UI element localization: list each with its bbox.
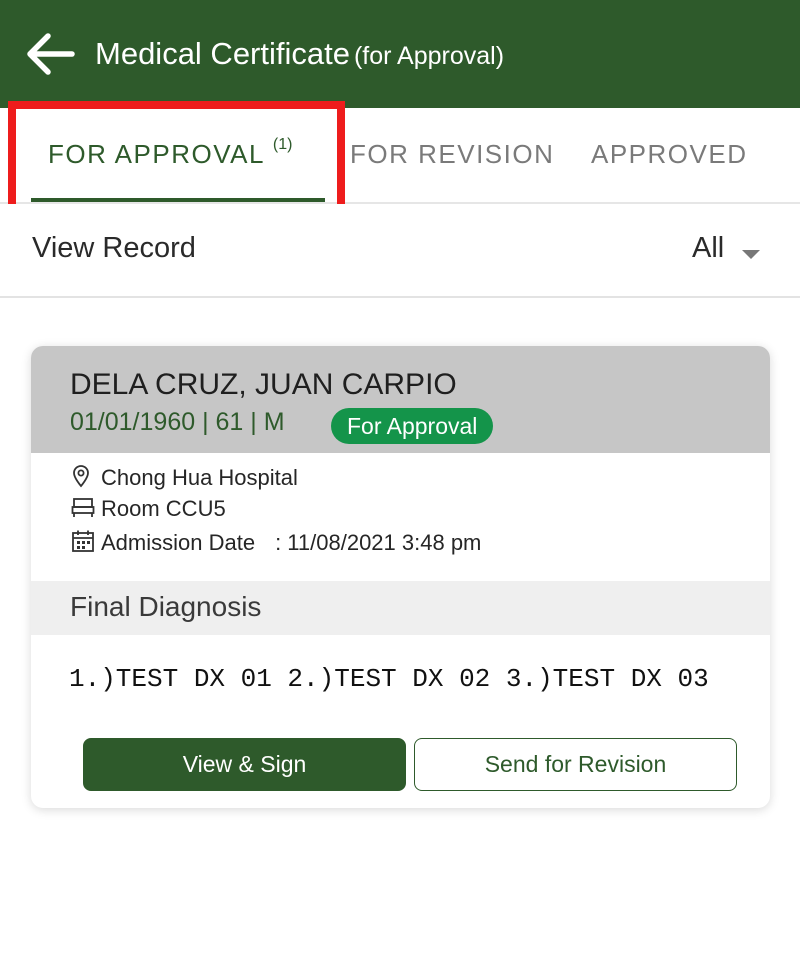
admission-label: Admission Date xyxy=(101,530,256,555)
status-badge: For Approval xyxy=(331,408,494,444)
record-filter-dropdown[interactable]: All xyxy=(690,228,770,272)
certificate-card: DELA CRUZ, JUAN CARPIO 01/01/1960 | 61 |… xyxy=(31,346,770,808)
room-number: Room CCU5 xyxy=(101,496,226,521)
hospital-row: Chong Hua Hospital xyxy=(71,464,298,491)
card-header: DELA CRUZ, JUAN CARPIO 01/01/1960 | 61 |… xyxy=(31,346,770,453)
patient-name: DELA CRUZ, JUAN CARPIO xyxy=(70,368,457,401)
tab-approved[interactable]: APPROVED xyxy=(591,108,748,204)
page-title: Medical Certificate (for Approval) xyxy=(95,34,504,76)
admission-row: Admission Date : 11/08/2021 3:48 pm xyxy=(71,529,481,556)
diagnosis-title: Final Diagnosis xyxy=(70,591,262,622)
diagnosis-text: 1.)TEST DX 01 2.)TEST DX 02 3.)TEST DX 0… xyxy=(69,664,709,694)
tab-for-approval-label: FOR APPROVAL xyxy=(48,139,265,169)
view-record-label: View Record xyxy=(32,232,196,264)
location-pin-icon xyxy=(71,464,95,488)
tab-for-approval[interactable]: FOR APPROVAL (1) xyxy=(48,108,292,204)
record-filter-value: All xyxy=(692,232,725,264)
patient-meta: 01/01/1960 | 61 | M xyxy=(70,408,285,436)
filter-row: View Record All xyxy=(0,204,800,298)
page-title-subtitle: (for Approval) xyxy=(353,42,505,70)
app-bar: Medical Certificate (for Approval) xyxy=(0,0,800,108)
view-and-sign-button[interactable]: View & Sign xyxy=(83,738,406,791)
bed-icon xyxy=(71,497,95,521)
dropdown-caret-icon xyxy=(742,250,760,259)
admission-value: : 11/08/2021 3:48 pm xyxy=(275,530,482,555)
diagnosis-header: Final Diagnosis xyxy=(31,581,770,635)
active-tab-indicator xyxy=(31,198,325,202)
back-arrow-icon[interactable] xyxy=(24,30,76,78)
tab-for-approval-count: (1) xyxy=(272,136,293,153)
send-for-revision-button[interactable]: Send for Revision xyxy=(414,738,737,791)
tab-bar: FOR APPROVAL (1) FOR REVISION APPROVED xyxy=(0,108,800,204)
tab-for-revision[interactable]: FOR REVISION xyxy=(350,108,554,204)
calendar-icon xyxy=(71,529,95,553)
room-row: Room CCU5 xyxy=(71,496,226,522)
hospital-name: Chong Hua Hospital xyxy=(101,465,298,490)
page-title-main: Medical Certificate xyxy=(95,36,350,71)
